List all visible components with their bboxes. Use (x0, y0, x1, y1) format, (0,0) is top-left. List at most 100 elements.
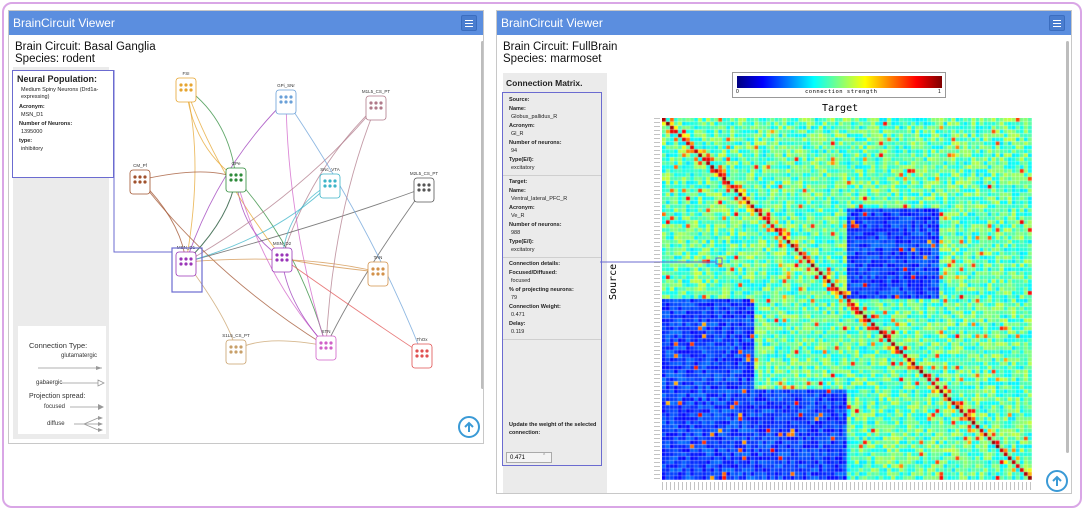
right-menu-button[interactable] (1049, 15, 1065, 31)
neuron-dot (138, 180, 142, 184)
population-node-label: FSI (182, 71, 189, 76)
neuron-dot (369, 101, 373, 105)
population-node-label: S1L5_CS_PT (222, 333, 250, 338)
target-acronym: Ve_R (511, 213, 525, 219)
neuron-dot (381, 272, 385, 276)
target-neurons: 988 (511, 230, 521, 236)
column-tick-labels (662, 482, 1032, 490)
connection-edge[interactable] (139, 179, 327, 347)
neuron-dot (239, 350, 243, 354)
neuron-dot (280, 258, 284, 262)
neuron-dot (143, 175, 147, 179)
connection-legend: Connection Type: glutamatergic gabaergic… (18, 326, 106, 434)
neuron-dot (374, 106, 378, 110)
neuron-dot (239, 345, 243, 349)
neuron-dot (417, 188, 421, 192)
colorbar-min: 0 (736, 89, 739, 95)
target-neurons-label: Number of neurons: (509, 222, 562, 228)
neuron-dot (422, 183, 426, 187)
focused-value: focused (511, 278, 531, 284)
source-axis-label: Source (608, 263, 619, 300)
neuron-dot (189, 88, 193, 92)
connection-edge[interactable] (235, 340, 327, 351)
population-node-label: M2L5_CS_PT (410, 171, 439, 176)
update-weight-label: Update the weight of the selected connec… (509, 422, 597, 436)
neuron-dot (427, 188, 431, 192)
connection-edge[interactable] (139, 171, 237, 181)
row-tick-labels (654, 118, 660, 480)
neuron-dot (324, 341, 328, 345)
percent-value: 79 (511, 295, 518, 301)
population-node-label: M1L5_CS_PT (362, 89, 391, 94)
neuron-dot (229, 178, 233, 182)
source-name-label: Name: (509, 106, 526, 112)
right-circuit-title: Brain Circuit: FullBrain (503, 41, 618, 53)
neuron-dot (133, 180, 137, 184)
divider (503, 175, 601, 176)
neuron-dot (328, 179, 332, 183)
neuron-dot (323, 184, 327, 188)
neuron-dot (415, 349, 419, 353)
neuron-dot (324, 346, 328, 350)
connection-edge[interactable] (281, 257, 423, 355)
delay-value: 0.119 (511, 329, 525, 335)
neuron-dot (133, 175, 137, 179)
right-species-label: Species: marmoset (503, 53, 602, 65)
neuron-dot (189, 262, 193, 266)
weight-value: 0.471 (511, 312, 525, 318)
neuron-dot (179, 262, 183, 266)
delay-label: Delay: (509, 321, 526, 327)
neuron-dot (234, 345, 238, 349)
neuron-dot (285, 258, 289, 262)
neuron-dot (179, 83, 183, 87)
neuron-dot (275, 258, 279, 262)
colorbar-max: 1 (938, 89, 941, 95)
legend-symbols (38, 366, 105, 432)
divider (503, 257, 601, 258)
colorbar-frame: 0 1 connection strength (732, 72, 946, 98)
neuron-dot (415, 354, 419, 358)
neuron-dot (379, 106, 383, 110)
selection-connector (113, 70, 172, 253)
neuron-dot (189, 257, 193, 261)
connection-edge[interactable] (185, 87, 196, 263)
arrow-up-icon (1052, 475, 1062, 486)
neuron-dot (420, 354, 424, 358)
stepper-icon[interactable]: ⌃ (542, 453, 546, 459)
neuron-dot (275, 253, 279, 257)
connection-details-box: Source: Name: Globus_pallidus_R Acronym:… (502, 92, 602, 466)
neuron-dot (369, 106, 373, 110)
neuron-dot (371, 272, 375, 276)
source-acronym-label: Acronym: (509, 123, 535, 129)
neuron-dot (319, 346, 323, 350)
neuron-dot (425, 354, 429, 358)
neuron-dot (234, 178, 238, 182)
connection-edge[interactable] (325, 105, 377, 347)
population-node-label: SNc_VTA (320, 167, 339, 172)
target-name-label: Name: (509, 188, 526, 194)
weight-label: Connection Weight: (509, 304, 561, 310)
connection-matrix-heatmap[interactable] (662, 118, 1032, 480)
neuron-dot (179, 257, 183, 261)
colorbar-label: connection strength (805, 89, 878, 95)
right-scroll-top-button[interactable] (1046, 470, 1068, 492)
neuron-dot (184, 257, 188, 261)
neuron-dot (374, 101, 378, 105)
details-header: Connection details: (509, 261, 561, 267)
focused-label: Focused/Diffused: (509, 270, 557, 276)
source-neurons: 94 (511, 148, 518, 154)
right-titlebar: BrainCircuit Viewer (497, 11, 1071, 35)
source-neurons-label: Number of neurons: (509, 140, 562, 146)
right-app-title: BrainCircuit Viewer (501, 16, 603, 30)
neuron-dot (184, 88, 188, 92)
neuron-dot (234, 350, 238, 354)
neuron-dot (234, 173, 238, 177)
source-header: Source: (509, 97, 530, 103)
right-scrollbar[interactable] (1066, 41, 1069, 453)
left-scroll-top-button[interactable] (458, 416, 480, 438)
neuron-dot (239, 173, 243, 177)
neuron-dot (417, 183, 421, 187)
neuron-dot (333, 184, 337, 188)
neuron-dot (279, 100, 283, 104)
source-name: Globus_pallidus_R (511, 114, 558, 120)
